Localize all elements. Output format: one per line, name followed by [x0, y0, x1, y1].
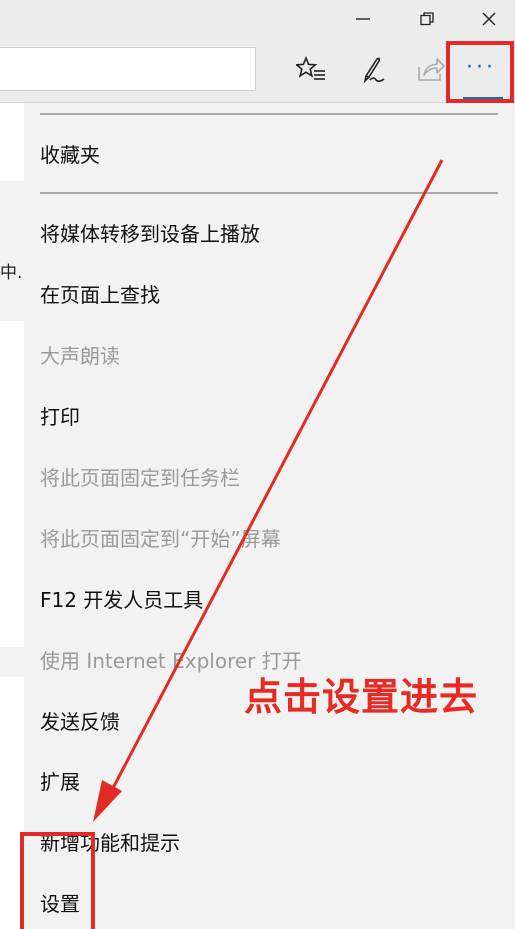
annotation-text: 点击设置进去 — [244, 675, 479, 719]
menu-divider — [40, 113, 498, 115]
menu-item-favorites[interactable]: 收藏夹 — [40, 142, 100, 168]
restore-icon — [420, 12, 434, 26]
address-bar[interactable] — [0, 47, 256, 91]
menu-item-print[interactable]: 打印 — [40, 404, 80, 430]
page-behind-menu — [0, 103, 24, 929]
menu-divider — [40, 192, 498, 194]
page-block — [0, 321, 24, 387]
menu-item-pin-start: 将此页面固定到“开始”屏幕 — [40, 527, 281, 551]
share-icon — [418, 58, 445, 81]
menu-item-read-aloud: 大声朗读 — [40, 344, 120, 368]
page-text-fragment: 中. — [0, 263, 23, 283]
minimize-icon — [356, 18, 370, 20]
menu-item-extensions[interactable]: 扩展 — [40, 769, 80, 795]
browser-toolbar: ··· — [0, 38, 515, 103]
menu-item-find-on-page[interactable]: 在页面上查找 — [40, 282, 160, 308]
close-button[interactable] — [459, 0, 515, 38]
highlight-box-settings — [20, 832, 95, 929]
web-note-button[interactable] — [354, 52, 388, 86]
page-block — [0, 647, 24, 677]
share-button[interactable] — [414, 52, 448, 86]
minimize-button[interactable] — [333, 0, 393, 38]
restore-button[interactable] — [397, 0, 457, 38]
page-block — [0, 181, 24, 321]
title-bar — [0, 0, 515, 38]
pen-icon — [363, 57, 385, 84]
menu-item-send-feedback[interactable]: 发送反馈 — [40, 709, 120, 735]
menu-item-cast-media[interactable]: 将媒体转移到设备上播放 — [40, 221, 260, 247]
favorites-button[interactable] — [294, 52, 328, 86]
highlight-box-more — [446, 41, 514, 103]
star-list-icon — [296, 55, 325, 80]
menu-item-f12-devtools[interactable]: F12 开发人员工具 — [40, 587, 203, 613]
menu-item-pin-taskbar: 将此页面固定到任务栏 — [40, 466, 240, 490]
close-icon — [482, 12, 496, 26]
